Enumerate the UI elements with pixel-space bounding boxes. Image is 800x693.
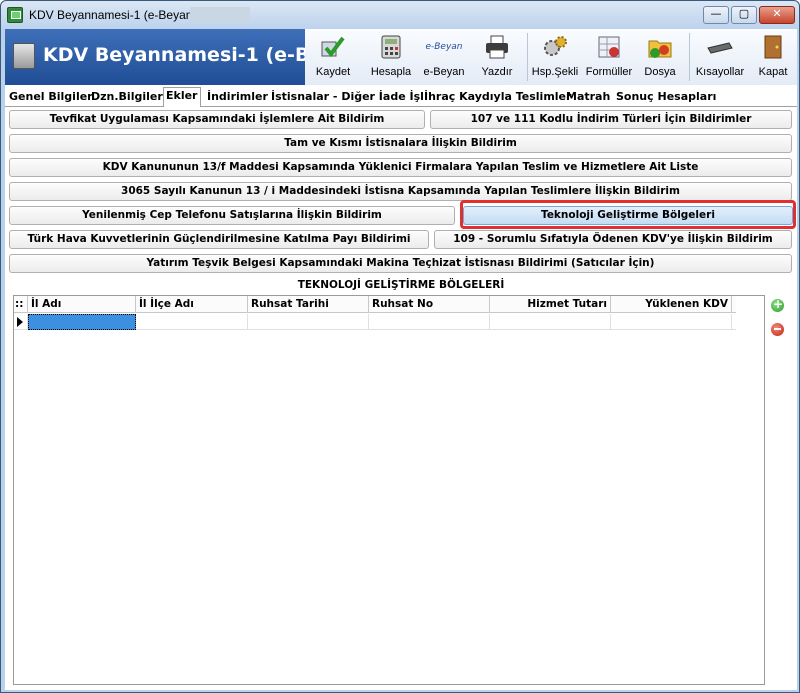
gears-icon: [544, 36, 567, 56]
tab-dzn-bilgileri[interactable]: Dzn.Bilgileri: [89, 89, 169, 106]
cell-ilce-adi[interactable]: [136, 314, 248, 330]
row-pointer-icon: [17, 317, 23, 327]
minimize-button[interactable]: —: [703, 6, 729, 24]
tab-indirimler[interactable]: İndirimler: [205, 89, 270, 106]
code-107-111-button[interactable]: 107 ve 111 Kodlu İndirim Türleri İçin Bi…: [430, 110, 792, 129]
save-check-icon: [321, 36, 345, 58]
file-label: Dosya: [644, 66, 676, 78]
table-row[interactable]: [14, 314, 736, 330]
cell-il-adi[interactable]: [28, 314, 136, 330]
yatirim-tesvik-button[interactable]: Yatırım Teşvik Belgesi Kapsamındaki Maki…: [9, 254, 792, 273]
save-button[interactable]: Kaydet: [307, 29, 359, 85]
data-grid[interactable]: :: İl Adı İl İlçe Adı Ruhsat Tarihi Ruhs…: [13, 295, 765, 685]
keyboard-icon: [707, 42, 733, 54]
delete-row-icon[interactable]: [771, 323, 784, 336]
tab-matrah[interactable]: Matrah: [564, 89, 612, 106]
section-title: TEKNOLOJİ GELİŞTİRME BÖLGELERİ: [297, 279, 505, 291]
close-button[interactable]: ✕: [759, 6, 795, 24]
tab-ihrac-kaydiyla[interactable]: İhraç Kaydıyla Teslimler: [422, 89, 573, 106]
calculate-label: Hesapla: [370, 66, 412, 78]
calculator-icon: [381, 35, 401, 59]
maximize-button[interactable]: ▢: [731, 6, 757, 24]
printer-icon: [486, 35, 508, 59]
formulas-label: Formüller: [585, 66, 633, 78]
tab-genel-bilgiler[interactable]: Genel Bilgiler: [7, 89, 95, 106]
toolbar-separator: [527, 33, 528, 81]
column-header-ilce-adi[interactable]: İl İlçe Adı: [136, 296, 248, 313]
title-redacted-area: [190, 7, 250, 23]
title-bar[interactable]: KDV Beyannamesi-1 (e-Beyan) — ▢ ✕: [1, 1, 799, 29]
shortcuts-button[interactable]: Kısayollar: [691, 29, 749, 85]
print-button[interactable]: Yazdır: [473, 29, 521, 85]
tevfikat-button[interactable]: Tevfikat Uygulaması Kapsamındaki İşlemle…: [9, 110, 425, 129]
exit-label: Kapat: [758, 66, 788, 78]
header-banner: KDV Beyannamesi-1 (e-Beyan): [5, 29, 305, 85]
print-label: Yazdır: [481, 66, 513, 78]
tab-istisnalar[interactable]: İstisnalar - Diğer İade İşl.: [269, 89, 430, 106]
window-title: KDV Beyannamesi-1 (e-Beyan): [29, 8, 197, 22]
formulas-icon: [598, 36, 620, 58]
sorumlu-109-button[interactable]: 109 - Sorumlu Sıfatıyla Ödenen KDV'ye İl…: [434, 230, 792, 249]
ebeyan-button[interactable]: e-Beyan e-Beyan: [419, 29, 469, 85]
cell-yuklenen-kdv[interactable]: [611, 314, 732, 330]
column-header-hizmet-tutari[interactable]: Hizmet Tutarı: [490, 296, 611, 313]
tab-strip: Genel Bilgiler Dzn.Bilgileri Ekler İndir…: [5, 87, 797, 107]
exit-door-icon: [764, 35, 782, 59]
client-area: KDV Beyannamesi-1 (e-Beyan) Kaydet Hesap…: [5, 29, 797, 690]
folder-icon: [648, 40, 672, 58]
calculate-button[interactable]: Hesapla: [363, 29, 419, 85]
calculator-document-icon: [13, 43, 35, 69]
app-window: KDV Beyannamesi-1 (e-Beyan) — ▢ ✕ KDV Be…: [0, 0, 800, 693]
row-indicator-cell: [14, 314, 28, 330]
column-header-ruhsat-no[interactable]: Ruhsat No: [369, 296, 490, 313]
save-label: Kaydet: [315, 66, 351, 78]
cell-hizmet-tutari[interactable]: [490, 314, 611, 330]
formulas-button[interactable]: Formüller: [583, 29, 635, 85]
tab-ekler[interactable]: Ekler: [163, 87, 201, 107]
grid-corner[interactable]: ::: [14, 296, 28, 313]
ebeyan-label: e-Beyan: [423, 66, 465, 78]
column-header-ruhsat-tarihi[interactable]: Ruhsat Tarihi: [248, 296, 369, 313]
cell-ruhsat-no[interactable]: [369, 314, 490, 330]
calc-mode-button[interactable]: Hsp.Şekli: [529, 29, 581, 85]
toolbar-separator: [689, 33, 690, 81]
grid-header: :: İl Adı İl İlçe Adı Ruhsat Tarihi Ruhs…: [14, 296, 736, 313]
app-icon: [7, 7, 23, 23]
kanun-3065-button[interactable]: 3065 Sayılı Kanunun 13 / i Maddesindeki …: [9, 182, 792, 201]
shortcuts-label: Kısayollar: [695, 66, 745, 78]
tam-kismi-istisna-button[interactable]: Tam ve Kısmı İstisnalara İlişkin Bildiri…: [9, 134, 792, 153]
add-row-icon[interactable]: [771, 297, 784, 312]
thk-katilma-payi-button[interactable]: Türk Hava Kuvvetlerinin Güçlendirilmesin…: [9, 230, 429, 249]
calc-mode-label: Hsp.Şekli: [531, 66, 579, 78]
tab-sonuc-hesaplari[interactable]: Sonuç Hesapları: [614, 89, 718, 106]
file-button[interactable]: Dosya: [637, 29, 683, 85]
banner-title: KDV Beyannamesi-1 (e-Beyan): [43, 44, 305, 66]
column-header-il-adi[interactable]: İl Adı: [28, 296, 136, 313]
ebeyan-icon: e-Beyan: [425, 42, 463, 52]
yenilenmis-telefon-button[interactable]: Yenilenmiş Cep Telefonu Satışlarına İliş…: [9, 206, 455, 225]
exit-button[interactable]: Kapat: [751, 29, 795, 85]
cell-ruhsat-tarihi[interactable]: [248, 314, 369, 330]
kdv-13f-button[interactable]: KDV Kanununun 13/f Maddesi Kapsamında Yü…: [9, 158, 792, 177]
selection-highlight: [460, 200, 796, 229]
column-header-yuklenen-kdv[interactable]: Yüklenen KDV: [611, 296, 732, 313]
toolbar: Kaydet Hesapla e-Beyan e-Beyan Yazdır Hs…: [305, 29, 797, 85]
